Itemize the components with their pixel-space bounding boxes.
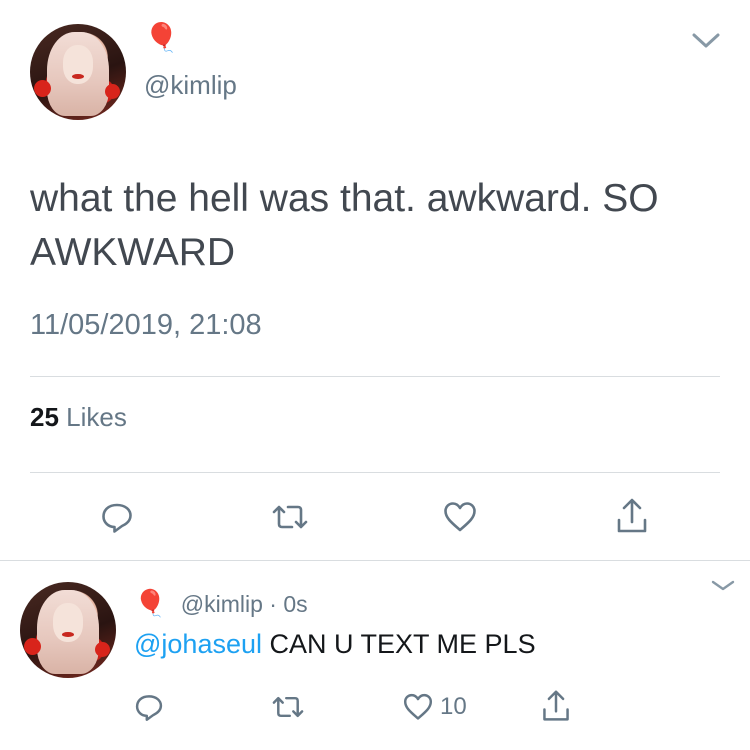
reply-avatar[interactable]	[20, 582, 116, 678]
divider	[30, 472, 720, 473]
avatar[interactable]	[30, 24, 126, 120]
like-count: 10	[440, 693, 467, 720]
reply-button[interactable]	[100, 500, 134, 534]
likes-count: 25	[30, 402, 59, 432]
reply-share-button[interactable]	[540, 688, 572, 724]
reply-body: CAN U TEXT ME PLS	[269, 629, 536, 659]
heart-icon	[403, 693, 433, 720]
retweet-icon	[272, 505, 308, 529]
separator-dot: ·	[269, 591, 277, 617]
share-button[interactable]	[614, 496, 650, 536]
reply-like-button[interactable]: 10	[402, 692, 467, 722]
tweet-text-line1: what the hell was that. awkward. SO	[30, 177, 659, 220]
reply-time: 0s	[283, 591, 308, 617]
heart-icon	[444, 502, 476, 532]
reply-header: 🎈 @kimlip · 0s	[134, 586, 308, 620]
tweet-timestamp: 11/05/2019, 21:08	[30, 309, 262, 341]
balloon-emoji: 🎈	[134, 588, 167, 618]
tweet-text: what the hell was that. awkward. SO AWKW…	[30, 172, 659, 280]
retweet-button[interactable]	[270, 500, 310, 534]
reply-retweet-button[interactable]	[270, 692, 306, 722]
divider	[30, 376, 720, 377]
tweet-text-line2: AWKWARD	[30, 231, 236, 274]
likes-stat[interactable]: 25 Likes	[30, 400, 127, 434]
retweet-icon	[272, 696, 304, 718]
share-icon	[617, 498, 647, 533]
like-button[interactable]	[442, 500, 478, 534]
reply-icon	[135, 695, 163, 722]
reply-reply-button[interactable]	[134, 692, 164, 722]
mention-link[interactable]: @johaseul	[134, 629, 262, 659]
tweet-options-chevron-icon[interactable]	[688, 28, 724, 52]
reply-icon	[102, 503, 132, 533]
reply-handle[interactable]: @kimlip	[181, 591, 263, 617]
balloon-emoji: 🎈	[144, 22, 179, 53]
reply-options-chevron-icon[interactable]	[706, 576, 740, 596]
divider	[0, 560, 750, 561]
reply-text: @johaseul CAN U TEXT ME PLS	[134, 626, 536, 662]
share-icon	[543, 690, 569, 721]
likes-label: Likes	[66, 402, 127, 432]
author-handle[interactable]: @kimlip	[144, 70, 237, 100]
